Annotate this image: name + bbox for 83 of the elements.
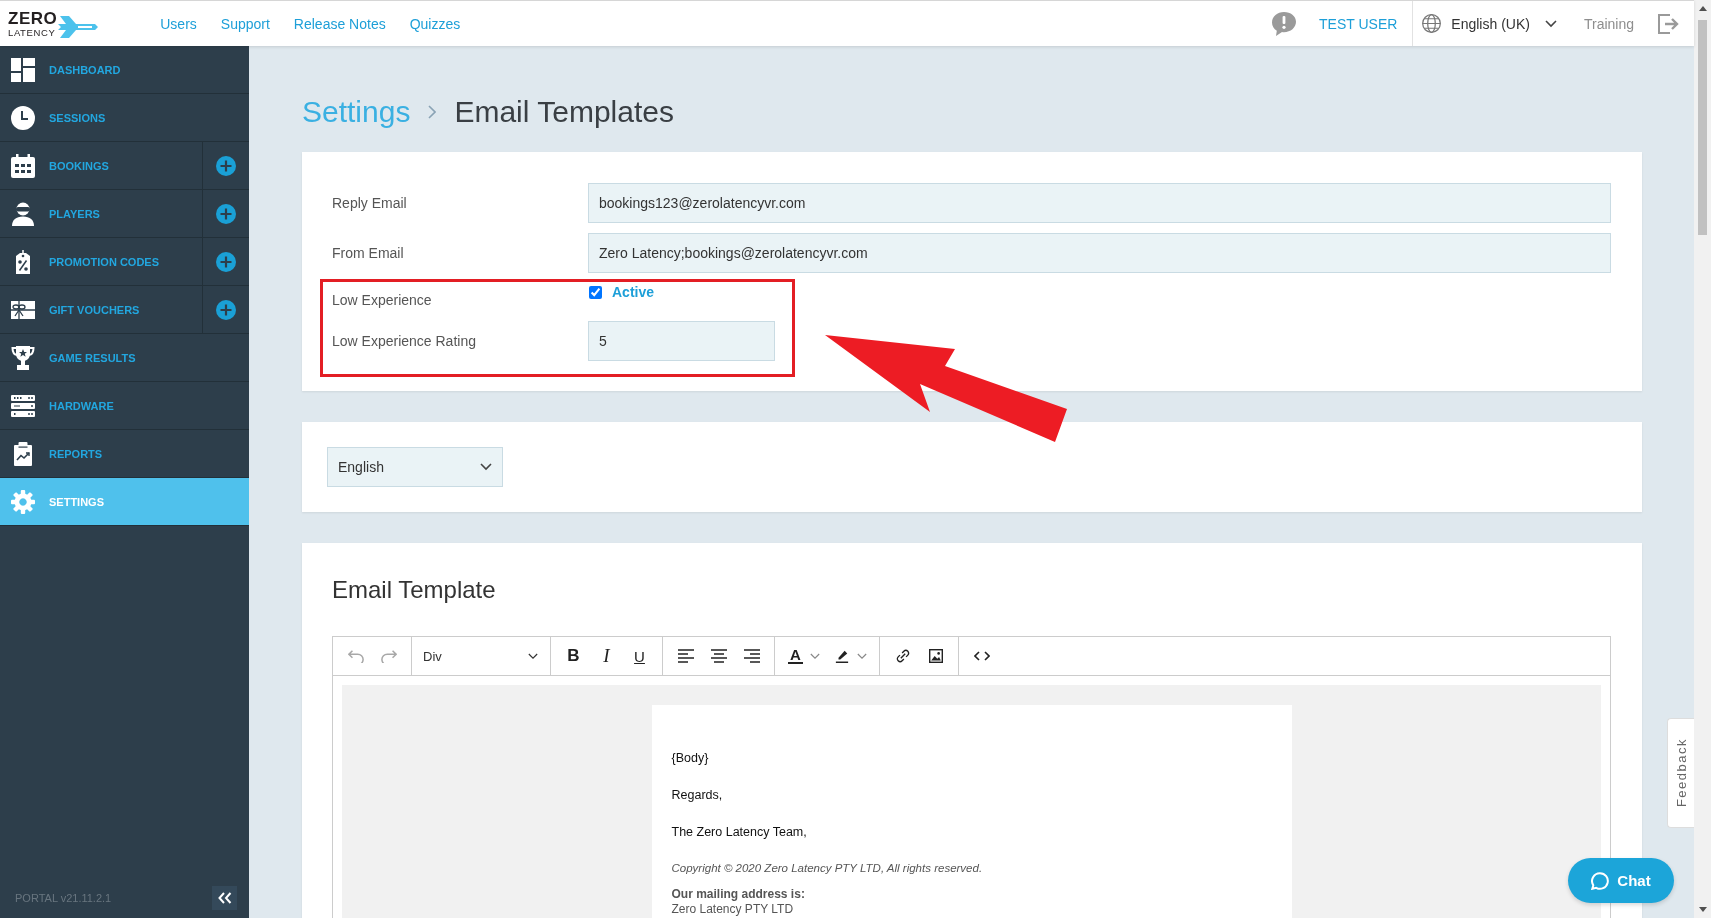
field-label: Low Experience Rating <box>332 333 477 349</box>
address-line: Zero Latency PTY LTD <box>671 902 795 917</box>
page-title: Email Templates <box>454 95 674 129</box>
server-rack-icon <box>11 393 35 418</box>
image-icon <box>927 649 944 663</box>
scroll-down-icon[interactable] <box>1698 907 1707 912</box>
email-paragraph: Regards, <box>671 788 724 803</box>
underline-button[interactable]: U <box>623 641 656 671</box>
align-left-icon <box>677 649 694 663</box>
scrollbar[interactable] <box>1694 0 1711 918</box>
email-paragraph: The Zero Latency Team, <box>671 825 808 840</box>
field-label: Reply Email <box>332 195 408 211</box>
nav-link[interactable]: Quizzes <box>409 15 461 32</box>
italic-button[interactable]: I <box>590 641 623 671</box>
logout-icon[interactable] <box>1658 13 1680 34</box>
logo-text: ZERO <box>8 9 58 27</box>
clock-icon <box>11 105 35 130</box>
person-headset-icon <box>11 201 35 226</box>
redo-arrow-icon <box>380 649 397 663</box>
caret-down-icon <box>809 652 820 660</box>
field-label: From Email <box>332 245 405 261</box>
chain-link-icon <box>894 649 911 663</box>
bold-button[interactable]: B <box>557 641 590 671</box>
logo-subtext: LATENCY <box>8 27 57 38</box>
plus-circle-icon <box>216 203 236 224</box>
training-link[interactable]: Training <box>1583 15 1634 32</box>
alert-bubble-icon[interactable] <box>1272 11 1297 36</box>
field-label: Low Experience <box>332 291 433 308</box>
input-field[interactable]: bookings123@zerolatencyvr.com <box>588 183 1611 223</box>
chevron-right-icon <box>428 105 437 119</box>
calendar-icon <box>11 153 35 178</box>
sidebar-item[interactable]: GIFT VOUCHERS <box>0 286 202 333</box>
sidebar-item[interactable]: PROMOTION CODES <box>0 238 202 285</box>
sidebar-item[interactable]: BOOKINGS <box>0 142 202 189</box>
feedback-tab[interactable]: Feedback <box>1667 718 1694 828</box>
trophy-icon <box>11 345 35 370</box>
checkbox-label[interactable]: Active <box>612 284 655 300</box>
language-dropdown[interactable]: English (UK) <box>1413 1 1557 46</box>
caret-down-icon <box>856 652 867 660</box>
align-center-icon <box>710 649 727 663</box>
copyright-text: Copyright © 2020 Zero Latency PTY LTD, All rights reserved. <box>671 861 984 876</box>
gear-icon <box>11 489 35 514</box>
scrollbar-thumb[interactable] <box>1698 20 1707 235</box>
chevron-down-icon <box>480 463 492 471</box>
sidebar-item[interactable]: GAME RESULTS <box>0 334 249 381</box>
nav-link[interactable]: Support <box>220 15 270 32</box>
block-format-dropdown[interactable]: Div <box>418 641 544 671</box>
plus-circle-icon <box>216 155 236 176</box>
scroll-up-icon[interactable] <box>1698 6 1707 11</box>
nav-link[interactable]: Release Notes <box>293 15 386 32</box>
address-heading: Our mailing address is: <box>671 887 806 902</box>
sidebar-item[interactable]: SETTINGS <box>0 478 249 525</box>
code-brackets-icon <box>973 651 990 661</box>
section-title: Email Template <box>332 575 497 605</box>
checkbox[interactable] <box>589 285 602 299</box>
input-field[interactable]: 5 <box>588 321 775 361</box>
plus-circle-icon <box>216 299 236 320</box>
dashboard-grid-icon <box>11 57 35 82</box>
speech-bubble-icon <box>1591 871 1610 890</box>
highlighter-icon <box>833 649 850 663</box>
globe-icon <box>1422 14 1442 33</box>
sidebar-item[interactable]: PLAYERS <box>0 190 202 237</box>
version-label: PORTAL v21.11.2.1 <box>15 892 112 904</box>
nav-link[interactable]: Users <box>160 15 197 32</box>
user-link[interactable]: TEST USER <box>1319 15 1398 32</box>
clipboard-chart-icon <box>11 441 35 466</box>
sidebar-item[interactable]: SESSIONS <box>0 94 249 141</box>
sidebar-item[interactable]: DASHBOARD <box>0 46 249 93</box>
collapse-button[interactable] <box>212 886 237 910</box>
text-color-button[interactable]: A <box>781 641 827 671</box>
jet-logo-icon <box>58 15 99 38</box>
align-right-icon <box>743 649 760 663</box>
chat-button[interactable]: Chat <box>1568 858 1674 903</box>
chevron-down-icon <box>1544 19 1557 28</box>
input-field[interactable]: Zero Latency;bookings@zerolatencyvr.com <box>588 233 1611 273</box>
double-chevron-left-icon <box>217 892 232 904</box>
plus-circle-icon <box>216 251 236 272</box>
sidebar-item[interactable]: HARDWARE <box>0 382 249 429</box>
undo-arrow-icon <box>347 649 364 663</box>
sidebar-item[interactable]: REPORTS <box>0 430 249 477</box>
language-select[interactable]: English <box>327 447 503 487</box>
email-paragraph: {Body} <box>671 751 710 766</box>
caret-down-icon <box>528 652 538 660</box>
